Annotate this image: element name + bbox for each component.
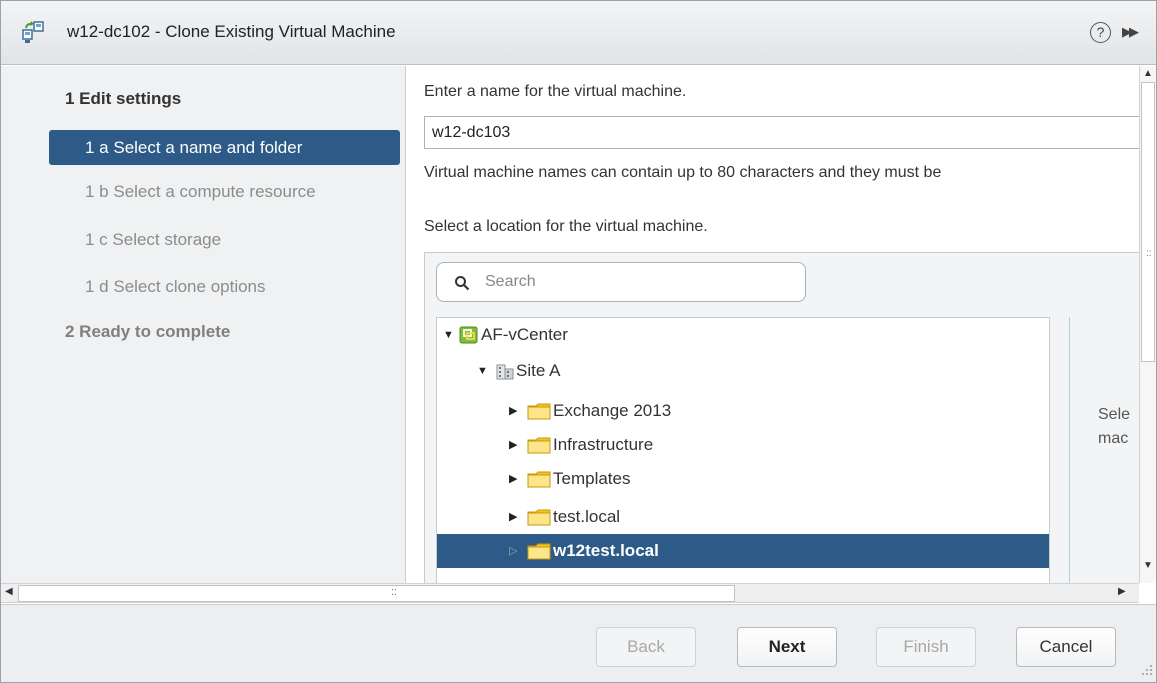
search-box[interactable]	[436, 262, 806, 302]
dialog-footer: Back Next Finish Cancel	[1, 604, 1156, 682]
help-icon[interactable]: ?	[1090, 22, 1111, 43]
nav-item-select-name-folder[interactable]: 1 a Select a name and folder	[49, 130, 400, 165]
scroll-left-icon[interactable]: ◀	[5, 586, 13, 597]
panel-divider[interactable]	[1069, 317, 1070, 583]
next-button[interactable]: Next	[737, 627, 837, 667]
details-hint-line-2: mac	[1098, 430, 1129, 447]
tree-node-label: Site A	[516, 361, 561, 380]
nav-step-ready-to-complete[interactable]: 2 Ready to complete	[65, 322, 230, 342]
cancel-button[interactable]: Cancel	[1016, 627, 1116, 667]
expand-right-icon[interactable]: ▷	[509, 534, 523, 568]
tree-node-infrastructure[interactable]: ▶ Infrastructure	[437, 428, 1049, 462]
search-icon	[455, 276, 470, 291]
folder-icon	[527, 471, 551, 488]
location-prompt: Select a location for the virtual machin…	[424, 218, 708, 235]
tree-node-label: Infrastructure	[553, 435, 654, 454]
wizard-content: Enter a name for the virtual machine. Vi…	[407, 66, 1139, 583]
nav-step-edit-settings[interactable]: 1 Edit settings	[65, 89, 181, 109]
tree-node-af-vcenter[interactable]: ▼ AF-vCenter	[437, 318, 1049, 352]
clone-vm-icon	[22, 21, 44, 43]
search-input[interactable]	[483, 269, 793, 295]
tree-node-test-local[interactable]: ▶ test.local	[437, 500, 1049, 534]
grip-icon: ::	[1146, 248, 1152, 259]
tree-node-w12test-local[interactable]: ▷ w12test.local	[437, 534, 1049, 568]
grip-icon: ::	[391, 586, 398, 598]
vcenter-icon	[459, 326, 478, 344]
tree-node-site-a[interactable]: ▼ Site A	[437, 354, 1049, 388]
nav-item-select-compute-resource[interactable]: 1 b Select a compute resource	[85, 182, 316, 202]
tree-node-label: Exchange 2013	[553, 401, 672, 420]
vm-name-input[interactable]	[424, 116, 1139, 149]
tree-node-label: AF-vCenter	[481, 325, 568, 344]
tree-node-templates[interactable]: ▶ Templates	[437, 462, 1049, 496]
dialog-title: w12-dc102 - Clone Existing Virtual Machi…	[67, 22, 396, 41]
tree-node-label: w12test.local	[553, 541, 659, 560]
scroll-down-icon[interactable]: ▼	[1143, 560, 1153, 571]
horizontal-scrollbar[interactable]: ◀ :: ▶	[1, 583, 1139, 603]
folder-icon	[527, 437, 551, 454]
resize-grip-icon[interactable]	[1138, 661, 1154, 677]
expand-right-icon[interactable]: ▶	[509, 428, 523, 462]
location-tree: ▼ AF-vCenter ▼ Site A ▶ Exchange 2013 ▶ …	[436, 317, 1050, 583]
scroll-right-icon[interactable]: ▶	[1118, 586, 1126, 597]
expand-right-icon[interactable]: ▶	[509, 462, 523, 496]
back-button[interactable]: Back	[596, 627, 696, 667]
clone-vm-dialog: w12-dc102 - Clone Existing Virtual Machi…	[0, 0, 1157, 683]
expand-down-icon[interactable]: ▼	[477, 354, 491, 388]
name-prompt: Enter a name for the virtual machine.	[424, 83, 687, 100]
expand-down-icon[interactable]: ▼	[443, 318, 457, 352]
datacenter-icon	[496, 364, 514, 380]
folder-icon	[527, 403, 551, 420]
scroll-up-icon[interactable]: ▲	[1143, 68, 1153, 79]
title-bar: w12-dc102 - Clone Existing Virtual Machi…	[1, 1, 1156, 65]
details-hint-line-1: Sele	[1098, 406, 1131, 423]
expand-icon[interactable]: ▶▶	[1122, 24, 1139, 40]
tree-node-exchange-2013[interactable]: ▶ Exchange 2013	[437, 394, 1049, 428]
name-hint: Virtual machine names can contain up to …	[424, 164, 942, 181]
expand-right-icon[interactable]: ▶	[509, 500, 523, 534]
folder-icon	[527, 509, 551, 526]
nav-item-select-clone-options[interactable]: 1 d Select clone options	[85, 277, 266, 297]
finish-button[interactable]: Finish	[876, 627, 976, 667]
expand-right-icon[interactable]: ▶	[509, 394, 523, 428]
folder-icon	[527, 543, 551, 560]
vertical-scrollbar[interactable]: ▲ :: ▼	[1139, 66, 1156, 583]
details-hint: Sele mac	[1098, 403, 1130, 451]
location-panel: ▼ AF-vCenter ▼	[424, 252, 1139, 583]
horizontal-scroll-thumb[interactable]: ::	[18, 585, 735, 602]
tree-node-label: test.local	[553, 507, 621, 526]
vertical-scroll-thumb[interactable]: ::	[1141, 82, 1155, 362]
tree-node-label: Templates	[553, 469, 631, 488]
nav-item-select-storage[interactable]: 1 c Select storage	[85, 230, 221, 250]
wizard-nav: 1 Edit settings 1 a Select a name and fo…	[1, 66, 406, 583]
